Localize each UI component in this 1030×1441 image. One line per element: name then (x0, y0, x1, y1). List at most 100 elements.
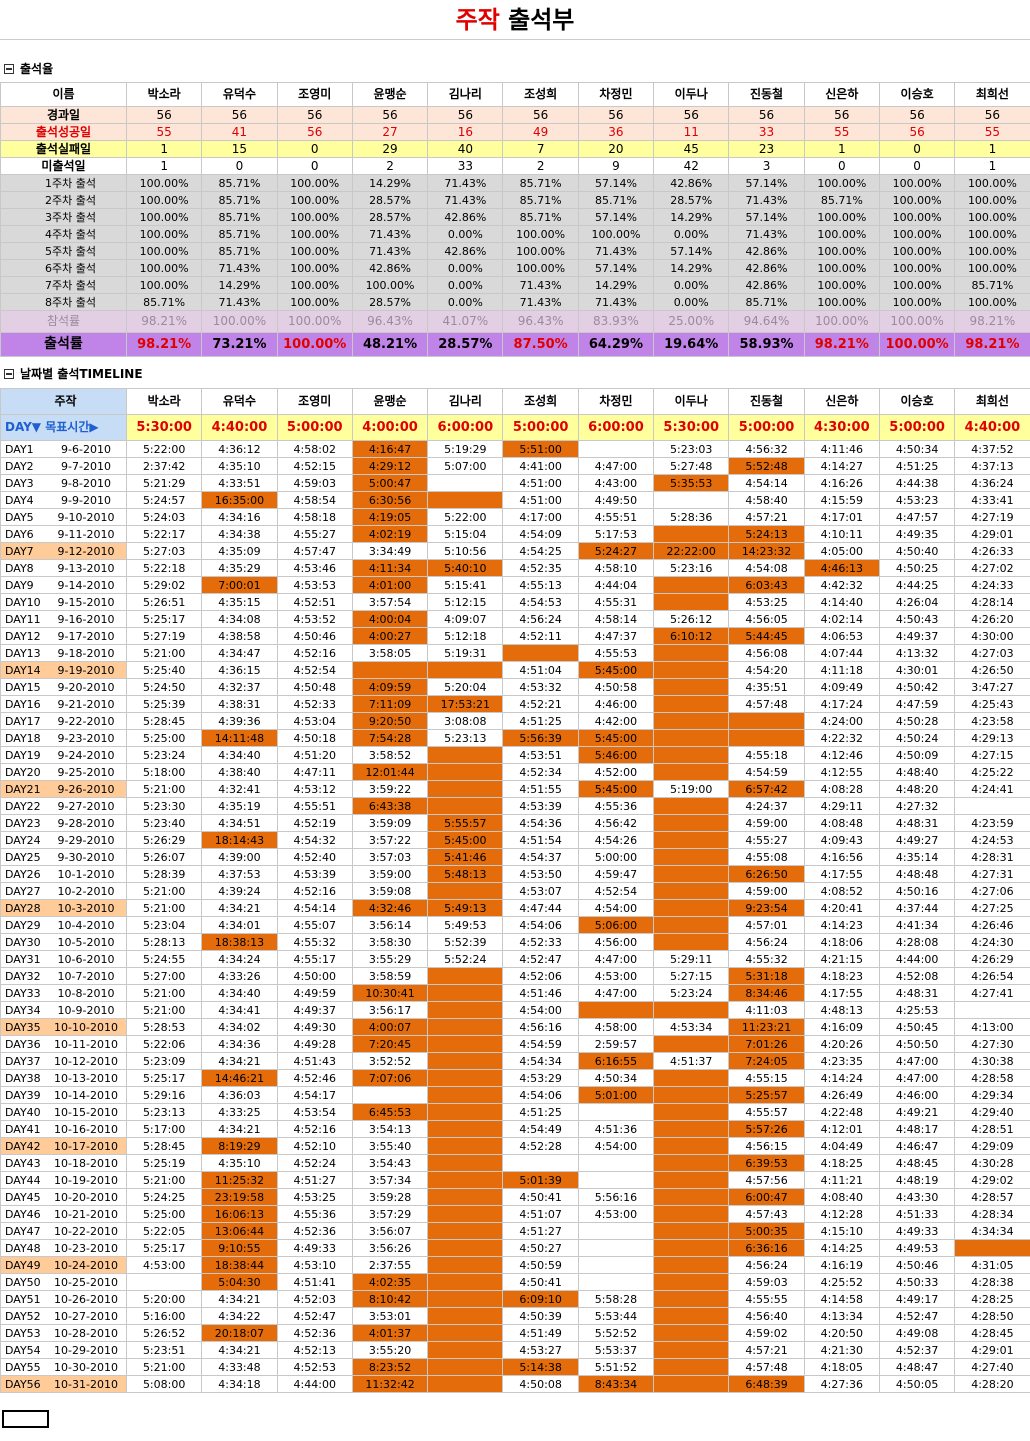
time-cell[interactable]: 4:10:11 (803, 525, 880, 543)
section-summary-header[interactable]: 출석율 (0, 61, 53, 77)
time-cell[interactable]: 4:49:33 (276, 1239, 353, 1257)
value-cell[interactable]: 28.57% (427, 332, 504, 357)
time-cell[interactable]: 4:53:00 (125, 1256, 203, 1274)
value-cell[interactable]: 40 (427, 140, 504, 158)
value-cell[interactable]: 100.00% (878, 208, 956, 226)
time-cell[interactable]: 4:37:13 (954, 457, 1030, 475)
value-cell[interactable]: 2 (502, 157, 579, 175)
time-cell[interactable]: 4:11:18 (803, 661, 880, 679)
late-time-cell[interactable] (427, 763, 504, 781)
time-cell[interactable]: 4:52:53 (276, 1358, 353, 1376)
time-cell[interactable]: 4:57:43 (728, 1205, 805, 1223)
time-cell[interactable]: 4:34:02 (201, 1018, 278, 1036)
time-cell[interactable]: 3:52:52 (351, 1052, 429, 1070)
value-cell[interactable]: 85.71% (728, 293, 805, 311)
time-cell[interactable]: 4:23:35 (803, 1052, 880, 1070)
time-cell[interactable]: 3:58:30 (351, 933, 429, 951)
late-time-cell[interactable]: 5:45:00 (577, 780, 655, 798)
time-cell[interactable]: 4:53:52 (276, 610, 353, 628)
value-cell[interactable]: 28.57% (351, 293, 429, 311)
day-date-cell[interactable]: DAY2 9-7-2010 (0, 457, 127, 475)
time-cell[interactable]: 5:21:00 (125, 899, 203, 917)
value-cell[interactable]: 71.43% (351, 225, 429, 243)
value-cell[interactable]: 27 (351, 123, 429, 141)
late-time-cell[interactable]: 8:34:46 (728, 984, 805, 1002)
time-cell[interactable]: 4:35:51 (728, 678, 805, 696)
value-cell[interactable]: 71.43% (728, 225, 805, 243)
time-cell[interactable]: 4:44:00 (276, 1375, 353, 1393)
time-cell[interactable]: 4:51:27 (502, 1222, 579, 1240)
value-cell[interactable]: 0.00% (427, 225, 504, 243)
value-cell[interactable]: 96.43% (502, 310, 579, 333)
late-time-cell[interactable] (653, 1324, 730, 1342)
person-name-cell[interactable]: 윤맹순 (351, 82, 429, 107)
time-cell[interactable]: 5:21:29 (125, 474, 203, 492)
value-cell[interactable]: 14.29% (653, 259, 730, 277)
day-date-cell[interactable]: DAY30 10-5-2010 (0, 933, 127, 951)
time-cell[interactable]: 4:29:13 (954, 729, 1030, 747)
time-cell[interactable]: 5:24:55 (125, 950, 203, 968)
time-cell[interactable]: 4:55:27 (728, 831, 805, 849)
late-time-cell[interactable]: 5:49:13 (427, 899, 504, 917)
time-cell[interactable]: 4:27:31 (954, 865, 1030, 883)
late-time-cell[interactable] (653, 678, 730, 696)
person-name-cell[interactable]: 박소라 (125, 82, 203, 107)
time-cell[interactable]: 4:48:20 (878, 780, 956, 798)
day-date-cell[interactable]: DAY10 9-15-2010 (0, 593, 127, 611)
time-cell[interactable]: 4:37:52 (954, 440, 1030, 458)
time-cell[interactable]: 5:23:16 (653, 559, 730, 577)
late-time-cell[interactable]: 5:00:47 (351, 474, 429, 492)
person-name-cell[interactable]: 조영미 (276, 388, 353, 415)
time-cell[interactable]: 4:49:33 (878, 1222, 956, 1240)
time-cell[interactable]: 4:29:01 (954, 525, 1030, 543)
late-time-cell[interactable] (653, 1035, 730, 1053)
value-cell[interactable]: 0 (201, 157, 278, 175)
time-cell[interactable] (351, 1086, 429, 1104)
day-date-cell[interactable]: DAY12 9-17-2010 (0, 627, 127, 645)
time-cell[interactable]: 4:52:11 (502, 627, 579, 645)
late-time-cell[interactable] (653, 1154, 730, 1172)
value-cell[interactable]: 100.00% (276, 310, 353, 333)
time-cell[interactable]: 4:53:07 (502, 882, 579, 900)
time-cell[interactable]: 4:26:49 (803, 1086, 880, 1104)
time-cell[interactable]: 4:46:47 (878, 1137, 956, 1155)
time-cell[interactable]: 5:21:00 (125, 882, 203, 900)
time-cell[interactable]: 5:51:52 (577, 1358, 655, 1376)
day-date-cell[interactable]: DAY22 9-27-2010 (0, 797, 127, 815)
time-cell[interactable]: 4:44:00 (878, 950, 956, 968)
value-cell[interactable]: 20 (577, 140, 655, 158)
time-cell[interactable]: 4:35:19 (201, 797, 278, 815)
time-cell[interactable]: 4:06:53 (803, 627, 880, 645)
time-cell[interactable]: 5:28:39 (125, 865, 203, 883)
time-cell[interactable]: 3:58:52 (351, 746, 429, 764)
value-cell[interactable]: 49 (502, 123, 579, 141)
time-cell[interactable]: 4:50:43 (878, 610, 956, 628)
time-cell[interactable]: 4:54:00 (577, 899, 655, 917)
day-date-cell[interactable]: DAY48 10-23-2010 (0, 1239, 127, 1257)
time-cell[interactable] (577, 1222, 655, 1240)
late-time-cell[interactable]: 7:54:28 (351, 729, 429, 747)
value-cell[interactable]: 100.00% (125, 259, 203, 277)
time-cell[interactable]: 4:17:01 (803, 508, 880, 526)
time-cell[interactable]: 4:53:27 (502, 1341, 579, 1359)
late-time-cell[interactable] (427, 984, 504, 1002)
time-cell[interactable]: 4:47:59 (878, 695, 956, 713)
value-cell[interactable]: 71.43% (201, 293, 278, 311)
time-cell[interactable]: 2:37:42 (125, 457, 203, 475)
late-time-cell[interactable] (653, 1239, 730, 1257)
time-cell[interactable]: 4:34:21 (201, 1341, 278, 1359)
time-cell[interactable]: 4:52:00 (577, 763, 655, 781)
time-cell[interactable]: 2:59:57 (577, 1035, 655, 1053)
person-name-cell[interactable]: 이승호 (878, 82, 956, 107)
time-cell[interactable]: 4:52:51 (276, 593, 353, 611)
time-cell[interactable]: 5:28:45 (125, 1137, 203, 1155)
time-cell[interactable]: 4:35:14 (878, 848, 956, 866)
time-cell[interactable]: 4:23:59 (954, 814, 1030, 832)
late-time-cell[interactable]: 6:26:50 (728, 865, 805, 883)
row-label-cell[interactable]: 경과일 (0, 106, 127, 124)
value-cell[interactable]: 42.86% (728, 259, 805, 277)
value-cell[interactable]: 100.00% (276, 225, 353, 243)
late-time-cell[interactable]: 6:43:38 (351, 797, 429, 815)
time-cell[interactable]: 4:54:06 (502, 916, 579, 934)
day-date-cell[interactable]: DAY16 9-21-2010 (0, 695, 127, 713)
